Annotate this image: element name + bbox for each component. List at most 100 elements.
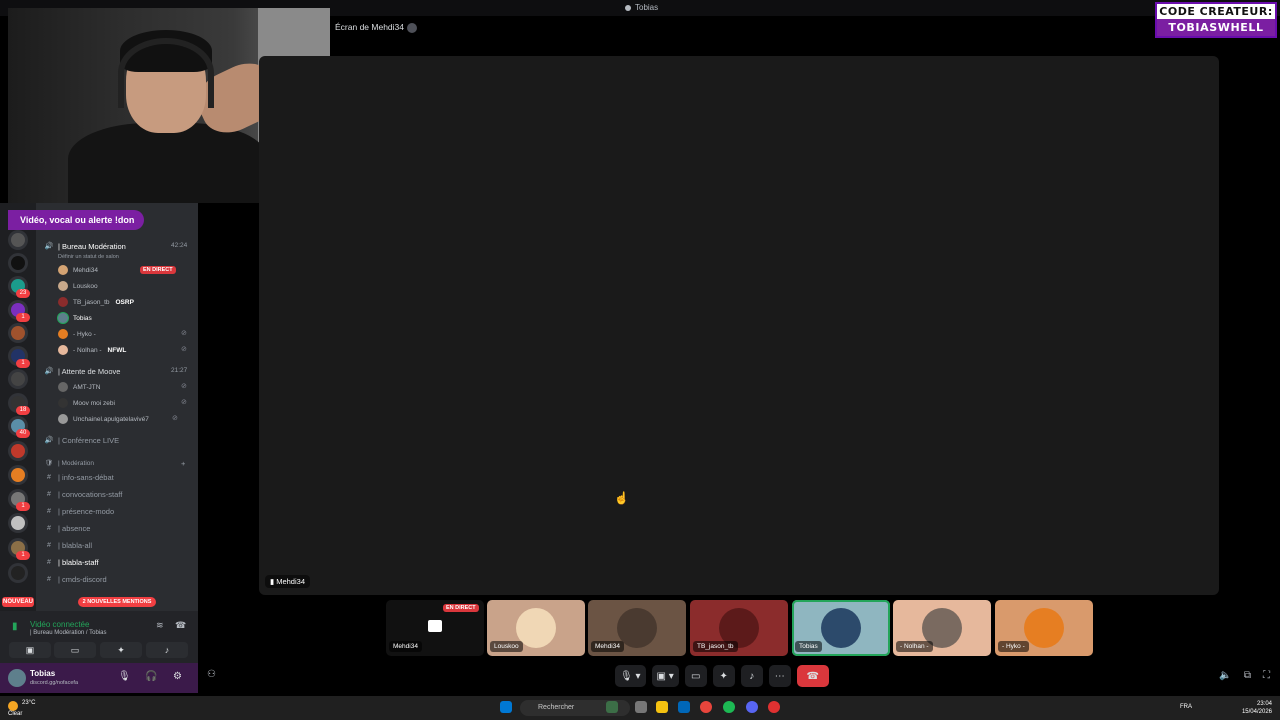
globe-icon [407,22,417,33]
channel-status[interactable]: Définir un statut de salon [58,250,119,264]
avatar [58,398,68,408]
participant-tile[interactable]: - Nolhan - [893,600,991,656]
avatar [58,382,68,392]
weather-widget[interactable]: 23°C Clear [8,700,35,718]
avatar [58,329,68,339]
server-icon[interactable] [8,563,28,583]
activities-button[interactable]: ✦ [100,642,142,658]
leave-call-button[interactable]: ☎ [796,665,829,687]
store-icon[interactable] [678,701,690,713]
microphone-button[interactable]: 🎙 ▾ [615,665,646,687]
hash-icon: # [47,473,51,481]
volume-icon[interactable]: 🔈 [1219,670,1231,681]
text-channel[interactable]: # | blabla-all [44,538,92,552]
participant-tile[interactable]: Louskoo [487,600,585,656]
participant-tile[interactable]: TB_jason_tb [690,600,788,656]
camera-off-button[interactable]: ▣ [9,642,51,658]
hash-icon: # [47,575,51,583]
server-icon[interactable] [8,513,28,533]
discord-icon [625,4,631,11]
invite-icon[interactable]: ⚇ [207,669,216,680]
avatar[interactable] [8,669,26,687]
voice-user[interactable]: Tobias [58,311,92,325]
headphones-icon[interactable]: 🎧 [145,671,157,682]
hash-icon: # [47,524,51,532]
app-icon[interactable] [768,701,780,713]
new-mentions-pill[interactable]: 2 NOUVELLES MENTIONS [78,597,156,607]
widget-icon[interactable] [606,701,618,713]
unread-badge: 1 [16,551,30,560]
shield-icon: 🛡 [44,460,54,467]
text-channel[interactable]: # | info-sans-débat [44,470,114,484]
voice-user[interactable]: - Hyko - [58,327,96,341]
screen-share-stage[interactable] [259,56,1219,595]
server-icon[interactable] [8,369,28,389]
disconnect-icon[interactable]: ☎ [175,620,186,631]
stage-title: Écran de Mehdi34 [335,22,417,33]
avatar [58,265,68,275]
text-channel[interactable]: # | convocations-staff [44,487,122,501]
server-icon[interactable] [8,441,28,461]
avatar [58,345,68,355]
unread-badge: 23 [16,289,30,298]
server-icon[interactable] [8,465,28,485]
fullscreen-icon[interactable]: ⛶ [1263,670,1270,681]
screen-share-icon [428,620,442,632]
gear-icon[interactable]: ⚙ [173,671,182,682]
alert-banner: Vidéo, vocal ou alerte !don [8,210,144,230]
text-channel[interactable]: # | cmds-discord [44,572,107,586]
category-moderation[interactable]: 🛡 | Modération [44,456,94,470]
more-button[interactable]: ⋯ [768,665,791,687]
unread-badge: 1 [16,359,30,368]
microphone-icon[interactable]: 🎙 [118,671,131,682]
clock[interactable]: 23:04 15/04/2026 [1242,700,1272,716]
file-explorer-icon[interactable] [656,701,668,713]
live-badge: EN DIRECT [443,604,479,612]
server-icon[interactable] [8,323,28,343]
text-channel[interactable]: # | présence-modo [44,504,114,518]
add-channel-icon[interactable]: + [181,456,185,470]
server-icon[interactable] [8,230,28,250]
chrome-icon[interactable] [700,701,712,713]
task-view-icon[interactable] [635,701,647,713]
voice-user[interactable]: - Nolhan - NFWL [58,343,126,357]
screen-share-button[interactable]: ▭ [684,665,707,687]
text-channel[interactable]: # | blabla-staff [44,555,99,569]
server-icon[interactable] [8,253,28,273]
discord-icon[interactable] [746,701,758,713]
unread-badge: 40 [16,429,30,438]
voice-channel-conference[interactable]: 🔊 | Conférence LIVE [44,433,120,447]
participant-tile[interactable]: - Hyko - [995,600,1093,656]
participant-tile[interactable]: Mehdi34 [588,600,686,656]
participant-tile[interactable]: Tobias [792,600,890,656]
voice-channel-attente[interactable]: 🔊 | Attente de Moove [44,364,121,378]
voice-user[interactable]: AMT-JTN [58,380,100,394]
live-badge: EN DIRECT [139,266,176,274]
call-controls: 🎙 ▾ ▣ ▾ ▭ ✦ ♪ ⋯ ☎ [615,665,829,687]
voice-user[interactable]: Mehdi34 EN DIRECT [58,263,176,277]
soundboard-button[interactable]: ♪ [740,665,763,687]
hash-icon: # [47,558,51,566]
text-channel[interactable]: # | absence [44,521,90,535]
camera-button[interactable]: ▣ ▾ [651,665,679,687]
voice-connected-panel: ▮ Vidéo connectée | Bureau Modération / … [0,611,198,663]
windows-start-icon[interactable] [500,701,512,713]
voice-user[interactable]: Unchainel.apulgatelavivé7 [58,412,149,426]
noise-suppression-icon[interactable]: ≋ [156,620,164,631]
popout-icon[interactable]: ⧉ [1244,670,1251,681]
voice-user[interactable]: Louskoo [58,279,98,293]
stage-options: 🔈 ⧉ ⛶ [1219,670,1270,681]
spotify-icon[interactable] [723,701,735,713]
screen-share-button[interactable]: ▭ [54,642,96,658]
hash-icon: # [47,507,51,515]
soundboard-button[interactable]: ♪ [146,642,188,658]
creator-code-overlay: CODE CREATEUR: TOBIASWHELL [1155,2,1277,38]
voice-user[interactable]: TB_jason_tb OSRP [58,295,134,309]
avatar [1024,608,1064,648]
speaker-icon: 🔊 [44,368,54,375]
activities-button[interactable]: ✦ [712,665,735,687]
voice-user[interactable]: Moov moi zebi [58,396,115,410]
new-servers-pill[interactable]: NOUVEAU [2,597,34,607]
user-panel: Tobias discord.gg/nofacefa 🎙 🎧 ⚙ [0,663,198,693]
user-tag: NFWL [107,346,127,354]
